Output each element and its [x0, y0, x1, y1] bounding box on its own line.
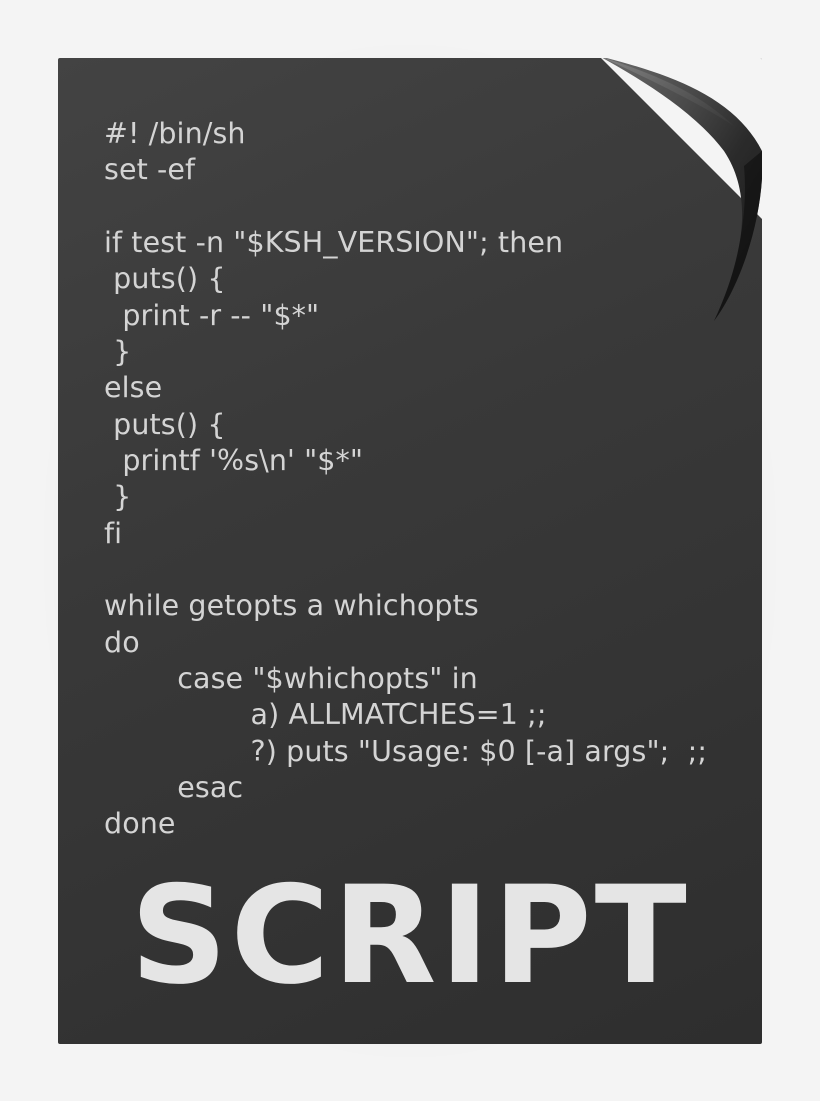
- page-corner-cut: [599, 58, 762, 221]
- document-page-icon: #! /bin/sh set -ef if test -n "$KSH_VERS…: [58, 58, 762, 1044]
- canvas: #! /bin/sh set -ef if test -n "$KSH_VERS…: [0, 0, 820, 1101]
- file-type-label: SCRIPT: [58, 857, 762, 1014]
- code-text: #! /bin/sh set -ef if test -n "$KSH_VERS…: [104, 117, 707, 840]
- script-code-block: #! /bin/sh set -ef if test -n "$KSH_VERS…: [104, 116, 742, 843]
